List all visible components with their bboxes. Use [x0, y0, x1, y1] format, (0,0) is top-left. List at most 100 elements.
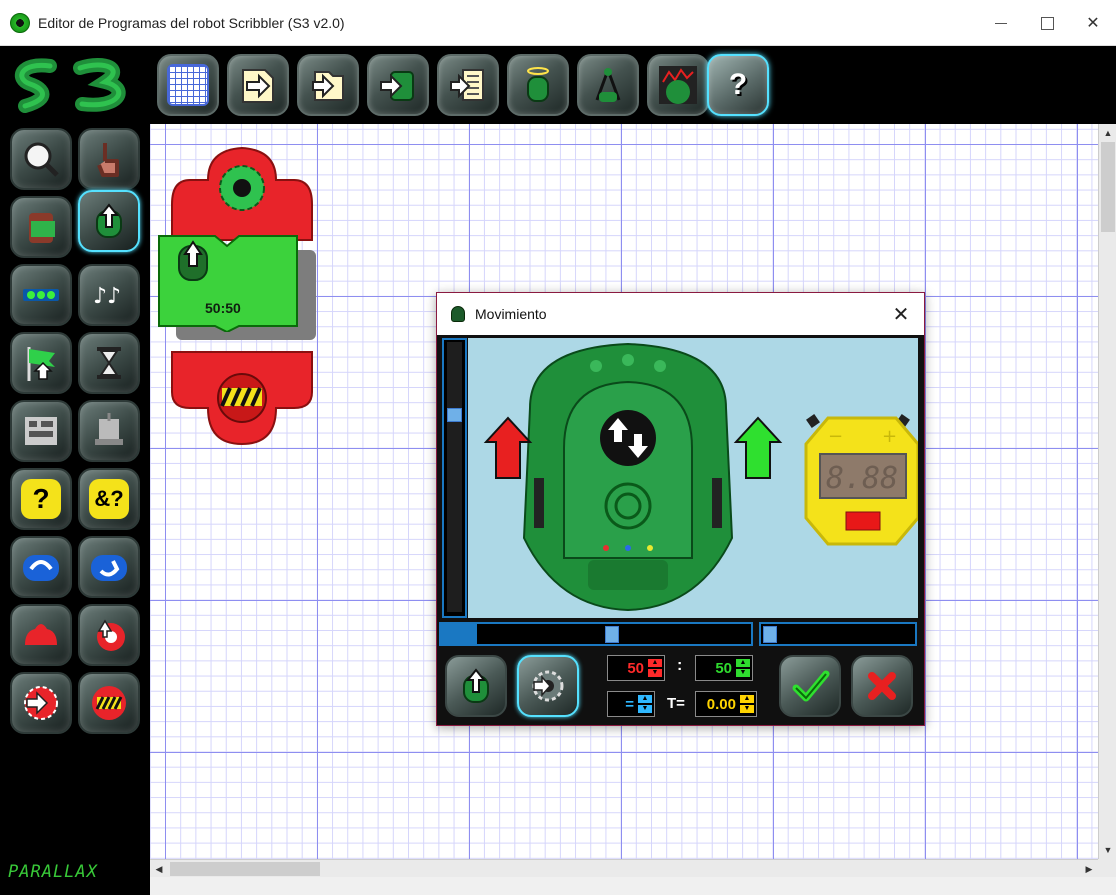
move-robot-button[interactable] — [78, 190, 140, 252]
maximize-button[interactable] — [1024, 0, 1070, 46]
left-speed-value: 50 — [627, 659, 644, 677]
open-file-button[interactable] — [297, 54, 359, 116]
right-speed-spinner[interactable]: ▲ ▼ — [736, 658, 750, 678]
music-notes-button[interactable]: ♪♪ — [78, 264, 140, 326]
app-icon — [10, 12, 30, 33]
window-title: Editor de Programas del robot Scribbler … — [38, 14, 345, 31]
robot-icon — [451, 306, 465, 322]
left-speed-field[interactable]: 50 ▲ ▼ — [607, 655, 665, 681]
time-operator-field[interactable]: = ▲ ▼ — [607, 691, 655, 717]
robot-halo-button[interactable] — [507, 54, 569, 116]
help-label: ? — [728, 68, 748, 101]
robot-preview: − + 8.88 — [468, 338, 920, 618]
command-palette: ♪♪ ? &? PARALLAX — [0, 124, 150, 895]
start-gear-icon — [24, 686, 58, 720]
sensors-icon — [25, 417, 57, 445]
vertical-scroll-thumb[interactable] — [1101, 142, 1115, 232]
cancel-button[interactable] — [851, 655, 913, 717]
robot-broken-icon — [659, 66, 697, 104]
title-bar: Editor de Programas del robot Scribbler … — [0, 0, 1116, 46]
time-spinner[interactable]: ▲ ▼ — [740, 694, 754, 714]
left-wheel-slider-handle[interactable] — [605, 626, 619, 643]
dialog-title-bar: Movimiento — [437, 293, 924, 335]
hourglass-button[interactable] — [78, 332, 140, 394]
robot-preview-image: − + 8.88 — [483, 342, 920, 612]
robot-compass-icon — [595, 68, 621, 102]
dialog-close-button[interactable]: ✕ — [888, 301, 914, 327]
horizontal-scrollbar[interactable]: ◀ ▶ — [150, 859, 1098, 877]
if-question-icon: ? — [21, 479, 61, 519]
sensors-button[interactable] — [10, 400, 72, 462]
subroutine-button[interactable] — [10, 604, 72, 666]
slider-handle[interactable] — [447, 408, 462, 422]
move-tile[interactable] — [157, 232, 300, 332]
right-speed-value: 50 — [715, 659, 732, 677]
slider-corner — [439, 622, 475, 646]
time-field[interactable]: 0.00 ▲ ▼ — [695, 691, 757, 717]
horizontal-scroll-thumb[interactable] — [170, 862, 320, 876]
cancel-x-icon — [868, 672, 896, 700]
dialog-body: − + 8.88 50 ▲ ▼: 50 ▲ ▼ = ▲ ▼ T= 0.00 ▲… — [437, 335, 924, 725]
subroutine-icon — [25, 624, 57, 645]
gear-mode-button[interactable] — [517, 655, 579, 717]
movement-dialog: Movimiento ✕ − + 8.88 50 ▲ ▼: 50 ▲ ▼ = … — [436, 292, 925, 726]
calendar-grid-button[interactable] — [157, 54, 219, 116]
leds-button[interactable] — [10, 264, 72, 326]
loop-icon — [23, 555, 59, 581]
clipboard-icon — [29, 213, 55, 243]
status-bar — [150, 877, 1116, 895]
vertical-scrollbar[interactable]: ▲ ▼ — [1098, 124, 1116, 859]
robot-compass-button[interactable] — [577, 54, 639, 116]
time-slider[interactable] — [759, 622, 917, 646]
dialog-title: Movimiento — [475, 306, 547, 322]
speed-separator: : — [677, 657, 683, 674]
zoom-button[interactable] — [10, 128, 72, 190]
right-speed-field[interactable]: 50 ▲ ▼ — [695, 655, 753, 681]
loop-button[interactable] — [10, 536, 72, 598]
call-subroutine-button[interactable] — [78, 604, 140, 666]
start-gear-button[interactable] — [10, 672, 72, 734]
new-file-button[interactable] — [227, 54, 289, 116]
new-file-icon — [242, 69, 274, 103]
robot-broken-button[interactable] — [647, 54, 709, 116]
move-robot-icon — [463, 668, 489, 703]
save-file-button[interactable] — [367, 54, 429, 116]
scroll-down-icon[interactable]: ▼ — [1099, 841, 1116, 859]
move-tile-label: 50:50 — [205, 300, 241, 316]
app-window: Editor de Programas del robot Scribbler … — [0, 0, 1116, 895]
help-button[interactable]: ? — [707, 54, 769, 116]
parallax-brand: PARALLAX — [8, 862, 98, 882]
end-tile[interactable] — [170, 348, 315, 448]
robot-halo-icon — [527, 67, 549, 102]
time-label: T= — [667, 695, 685, 712]
save-as-file-button[interactable] — [437, 54, 499, 116]
minimize-button[interactable] — [978, 0, 1024, 46]
flag-start-button[interactable] — [10, 332, 72, 394]
hand-pointer-icon — [97, 143, 119, 177]
start-tile[interactable] — [170, 144, 315, 242]
scroll-right-icon[interactable]: ▶ — [1080, 860, 1098, 878]
left-wheel-slider[interactable] — [475, 622, 753, 646]
end-stop-icon — [92, 686, 126, 720]
save-file-icon — [380, 71, 414, 101]
music-notes-icon: ♪♪ — [93, 284, 121, 309]
end-stop-button[interactable] — [78, 672, 140, 734]
scroll-up-icon[interactable]: ▲ — [1099, 124, 1116, 142]
time-slider-handle[interactable] — [763, 626, 777, 643]
clipboard-button[interactable] — [10, 196, 72, 258]
hand-pointer-button[interactable] — [78, 128, 140, 190]
ok-button[interactable] — [779, 655, 841, 717]
vise-button[interactable] — [78, 400, 140, 462]
and-question-icon: &? — [89, 479, 129, 519]
window-controls: ✕ — [978, 0, 1116, 46]
scroll-left-icon[interactable]: ◀ — [150, 860, 168, 878]
loop-return-button[interactable] — [78, 536, 140, 598]
speed-vertical-slider[interactable] — [442, 338, 467, 618]
close-button[interactable]: ✕ — [1070, 0, 1116, 46]
if-question-button[interactable]: ? — [10, 468, 72, 530]
and-question-button[interactable]: &? — [78, 468, 140, 530]
time-operator-spinner[interactable]: ▲ ▼ — [638, 694, 652, 714]
left-speed-spinner[interactable]: ▲ ▼ — [648, 658, 662, 678]
vise-icon — [95, 413, 123, 445]
move-mode-button[interactable] — [445, 655, 507, 717]
